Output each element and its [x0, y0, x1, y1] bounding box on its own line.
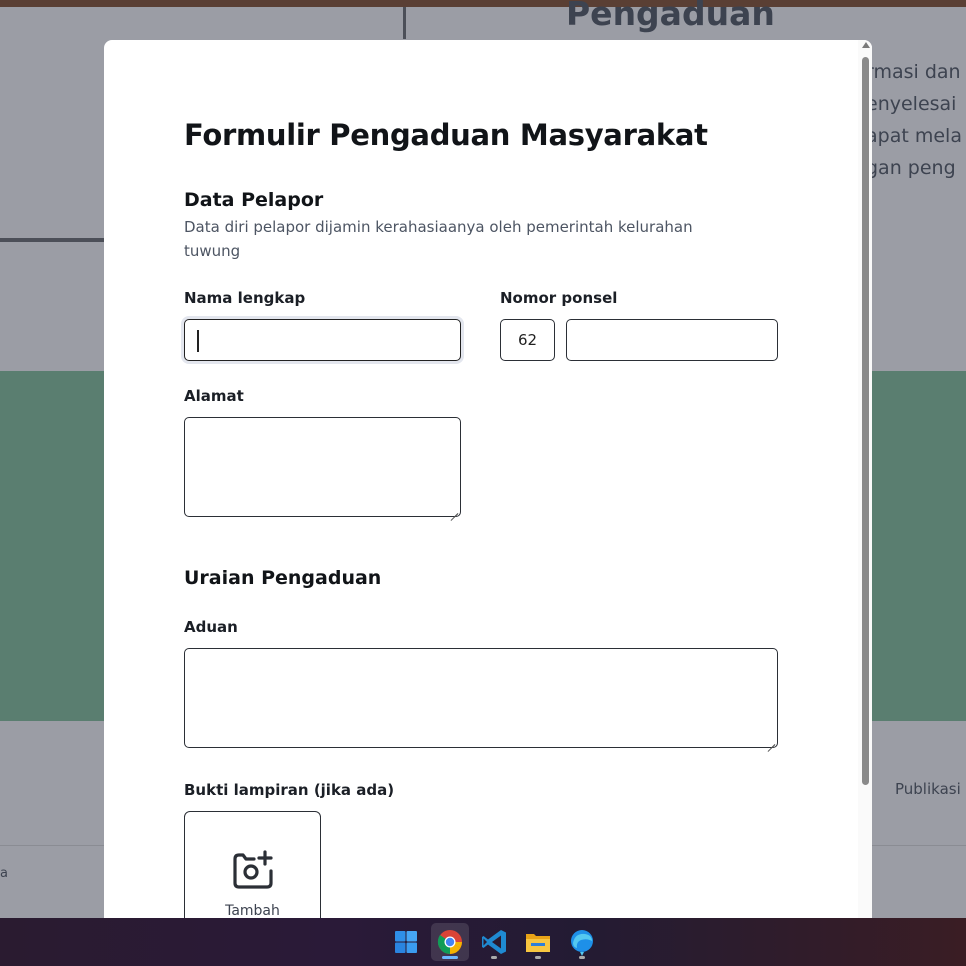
phone-label: Nomor ponsel: [500, 289, 618, 307]
windows-taskbar: [0, 918, 966, 966]
background-paragraph: rmasi dan enyelesai apat mela gan peng: [866, 61, 962, 179]
running-indicator: [579, 956, 585, 959]
modal-scrollbar[interactable]: [858, 40, 872, 918]
resize-handle-icon[interactable]: [767, 737, 775, 745]
background-footer-link: Publikasi: [895, 780, 961, 798]
background-footer-text: a: [0, 866, 8, 881]
full-name-label: Nama lengkap: [184, 289, 306, 307]
address-textarea[interactable]: [184, 417, 461, 517]
windows-start-icon: [395, 931, 417, 953]
phone-input[interactable]: [566, 319, 778, 361]
reporter-section-heading: Data Pelapor: [184, 189, 324, 211]
modal-title: Formulir Pengaduan Masyarakat: [184, 118, 708, 152]
text-caret: [197, 330, 199, 352]
complaint-section-heading: Uraian Pengaduan: [184, 567, 382, 589]
background-page-title: Pengaduan: [566, 0, 775, 33]
resize-handle-icon[interactable]: [450, 506, 458, 514]
complaint-textarea[interactable]: [184, 648, 778, 748]
full-name-input[interactable]: [184, 319, 461, 361]
background-divider: [403, 7, 406, 39]
phone-country-code: 62: [500, 319, 555, 361]
taskbar-file-explorer[interactable]: [519, 923, 557, 961]
background-top-bar: [0, 0, 966, 7]
attachment-label: Bukti lampiran (jika ada): [184, 781, 395, 799]
reporter-section-description: Data diri pelapor dijamin kerahasiaanya …: [184, 218, 693, 260]
camera-add-icon: [233, 850, 273, 889]
scrollbar-thumb[interactable]: [862, 57, 869, 785]
taskbar-chrome[interactable]: [431, 923, 469, 961]
taskbar-edge[interactable]: [563, 923, 601, 961]
complaint-form-modal: Formulir Pengaduan Masyarakat Data Pelap…: [104, 40, 872, 918]
scroll-up-arrow-icon[interactable]: [862, 42, 870, 48]
taskbar-start-button[interactable]: [387, 923, 425, 961]
address-label: Alamat: [184, 387, 244, 405]
complaint-label: Aduan: [184, 618, 238, 636]
running-indicator: [535, 956, 541, 959]
active-indicator: [442, 956, 458, 959]
add-attachment-label: Tambah: [225, 903, 280, 918]
background-divider-horizontal: [0, 238, 106, 242]
running-indicator: [491, 956, 497, 959]
taskbar-vscode[interactable]: [475, 923, 513, 961]
add-attachment-button[interactable]: Tambah: [184, 811, 321, 918]
